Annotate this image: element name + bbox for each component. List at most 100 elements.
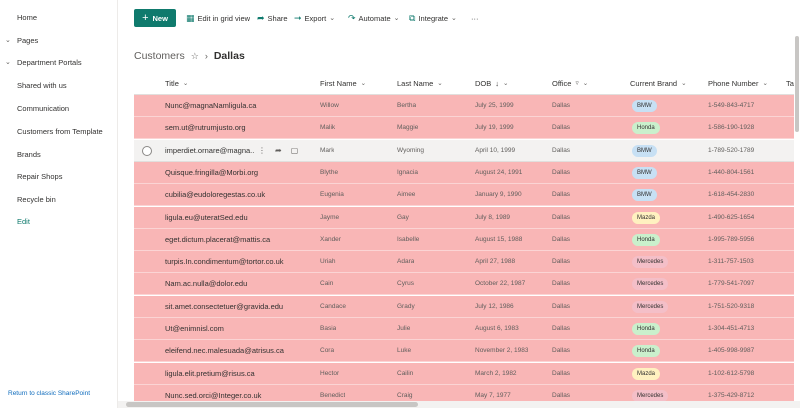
cell-office: Dallas	[552, 213, 571, 221]
chevron-down-icon: ⌄	[182, 80, 189, 87]
table-row[interactable]: ligula.elit.pretium@risus.ca Hector Cailin…	[134, 362, 794, 385]
nav-item-communication[interactable]: Communication	[0, 99, 118, 119]
nav-item-home[interactable]: Home	[0, 8, 118, 28]
new-button-label: New	[152, 13, 168, 23]
cell-phone-number: 1-618-454-2830	[708, 191, 755, 199]
horizontal-scrollbar[interactable]	[118, 401, 800, 408]
cell-title[interactable]: sem.ut@rutrumjusto.org	[165, 117, 313, 139]
cell-first-name: Basia	[320, 325, 337, 332]
scrollbar-thumb[interactable]	[795, 36, 799, 132]
table-row[interactable]: sem.ut@rutrumjusto.org Malik Maggie July 19…	[134, 117, 794, 140]
nav-item-shared-with-us[interactable]: Shared with us	[0, 76, 118, 96]
new-button[interactable]: + New	[134, 9, 176, 27]
column-header-office[interactable]: Office ▿ ⌄	[552, 73, 588, 95]
chevron-down-icon[interactable]: ⌄	[5, 53, 11, 73]
column-header-phone-number[interactable]: Phone Number ⌄	[708, 73, 768, 95]
brand-badge: Honda	[632, 345, 660, 358]
nav-item-brands[interactable]: Brands	[0, 145, 118, 165]
column-header-truncated[interactable]: Ta	[786, 73, 794, 95]
comment-icon[interactable]: ▢	[291, 146, 299, 155]
cell-last-name: Bertha	[397, 102, 417, 109]
column-header-title[interactable]: Title ⌄	[165, 73, 188, 95]
cell-title[interactable]: Nunc@magnaNamligula.ca	[165, 95, 313, 117]
table-row[interactable]: Ut@enimnisl.com Basia Julie August 6, 1983 D…	[134, 318, 794, 340]
automate-button[interactable]: ↷ Automate ⌄	[348, 12, 400, 24]
return-to-classic-link[interactable]: Return to classic SharePoint	[8, 390, 90, 397]
cell-title[interactable]: eget.dictum.placerat@mattis.ca	[165, 229, 313, 251]
cell-title[interactable]: sit.amet.consectetuer@gravida.edu	[165, 296, 313, 318]
cell-office: Dallas	[552, 146, 571, 154]
column-header-current-brand[interactable]: Current Brand ⌄	[630, 73, 687, 95]
row-select-radio[interactable]	[142, 145, 152, 156]
cell-title[interactable]: eleifend.nec.malesuada@atrisus.ca	[165, 340, 313, 362]
cell-office: Dallas	[552, 191, 571, 199]
chevron-down-icon: ⌄	[503, 80, 509, 87]
nav-item-recycle-bin[interactable]: Recycle bin	[0, 190, 118, 210]
table-row[interactable]: eget.dictum.placerat@mattis.ca Xander Isab…	[134, 228, 794, 251]
more-options-button[interactable]: ···	[471, 12, 479, 24]
cell-title[interactable]: cubilia@eudoloregestas.co.uk	[165, 184, 313, 206]
cell-first-name: Blythe	[320, 168, 339, 176]
share-icon[interactable]: ➦	[275, 146, 282, 155]
chevron-down-icon: ⌄	[582, 80, 589, 87]
column-header-last-name[interactable]: Last Name ⌄	[397, 73, 443, 95]
breadcrumb-root[interactable]: Customers	[134, 50, 185, 62]
cell-phone-number: 1-789-520-1789	[708, 146, 755, 154]
brand-badge: Mercedes	[632, 278, 669, 291]
grid-icon: ▦	[186, 12, 195, 23]
table-row[interactable]: ⋮ ➦ ▢ imperdiet.ornare@magna... Mark Wyoming A…	[134, 139, 794, 162]
vertical-scrollbar[interactable]	[794, 36, 800, 401]
cell-last-name: Luke	[397, 347, 412, 355]
nav-item-repair-shops[interactable]: Repair Shops	[0, 167, 118, 187]
table-row[interactable]: Nam.ac.nulla@dolor.edu Cain Cyrus October 2…	[134, 273, 794, 296]
cell-title[interactable]: ligula.eu@uteratSed.edu	[165, 207, 313, 229]
table-row[interactable]: Quisque.fringilla@Morbi.org Blythe Ignacia…	[134, 161, 794, 184]
breadcrumb: Customers ☆ › Dallas	[134, 48, 245, 64]
export-button[interactable]: ➞ Export ⌄	[294, 12, 335, 24]
cell-title[interactable]: turpis.In.condimentum@tortor.co.uk	[165, 251, 313, 273]
column-header-label: DOB	[475, 79, 492, 88]
nav-item-pages[interactable]: ⌄ Pages	[0, 31, 118, 51]
cell-dob: July 12, 1986	[475, 302, 514, 310]
cell-first-name: Eugenia	[320, 191, 344, 199]
brand-badge: BMW	[632, 189, 657, 202]
integrate-button[interactable]: ⧉ Integrate ⌄	[409, 12, 457, 24]
star-icon[interactable]: ☆	[191, 51, 199, 62]
cell-title[interactable]: Ut@enimnisl.com	[165, 318, 313, 340]
column-header-dob[interactable]: DOB ↓ ⌄	[475, 73, 508, 95]
chevron-down-icon[interactable]: ⌄	[5, 31, 11, 51]
table-row[interactable]: cubilia@eudoloregestas.co.uk Eugenia Aimee…	[134, 184, 794, 207]
cell-title[interactable]: ligula.elit.pretium@risus.ca	[165, 363, 313, 385]
cell-first-name: Cora	[320, 347, 335, 355]
nav-edit-link[interactable]: Edit	[0, 212, 118, 232]
cell-phone-number: 1-490-625-1654	[708, 213, 755, 221]
scrollbar-thumb[interactable]	[126, 402, 418, 407]
share-icon: ➦	[257, 12, 265, 23]
cell-office: Dallas	[552, 369, 571, 377]
cell-last-name: Ignacia	[397, 168, 418, 176]
cell-title[interactable]: Quisque.fringilla@Morbi.org	[165, 162, 313, 184]
cell-first-name: Cain	[320, 280, 334, 288]
column-header-first-name[interactable]: First Name ⌄	[320, 73, 366, 95]
table-row[interactable]: eleifend.nec.malesuada@atrisus.ca Cora Luk…	[134, 340, 794, 363]
table-row[interactable]: ligula.eu@uteratSed.edu Jayme Gay July 8, 1…	[134, 206, 794, 229]
brand-badge: BMW	[632, 100, 657, 112]
edit-grid-view-button[interactable]: ▦ Edit in grid view	[186, 12, 250, 24]
nav-item-department-portals[interactable]: ⌄ Department Portals	[0, 53, 118, 73]
column-header-label: Office	[552, 79, 572, 88]
grid-header: Title ⌄ First Name ⌄ Last Name ⌄ DOB ↓ ⌄…	[134, 73, 794, 95]
more-vertical-icon[interactable]: ⋮	[258, 146, 266, 155]
share-button[interactable]: ➦ Share	[257, 12, 288, 24]
cell-title[interactable]: Nam.ac.nulla@dolor.edu	[165, 273, 313, 295]
table-row[interactable]: sit.amet.consectetuer@gravida.edu Candace…	[134, 295, 794, 318]
cell-phone-number: 1-311-757-1503	[708, 258, 754, 266]
integrate-icon: ⧉	[409, 12, 416, 23]
share-label: Share	[267, 13, 288, 23]
cell-title[interactable]: imperdiet.ornare@magna...	[165, 140, 255, 162]
cell-last-name: Wyoming	[397, 146, 425, 154]
table-row[interactable]: Nunc@magnaNamligula.ca Willow Bertha July 2…	[134, 95, 794, 117]
nav-item-customers-from-template[interactable]: Customers from Template	[0, 122, 118, 142]
cell-first-name: Malik	[320, 124, 336, 132]
cell-first-name: Jayme	[320, 213, 340, 221]
table-row[interactable]: turpis.In.condimentum@tortor.co.uk Uriah A…	[134, 251, 794, 274]
